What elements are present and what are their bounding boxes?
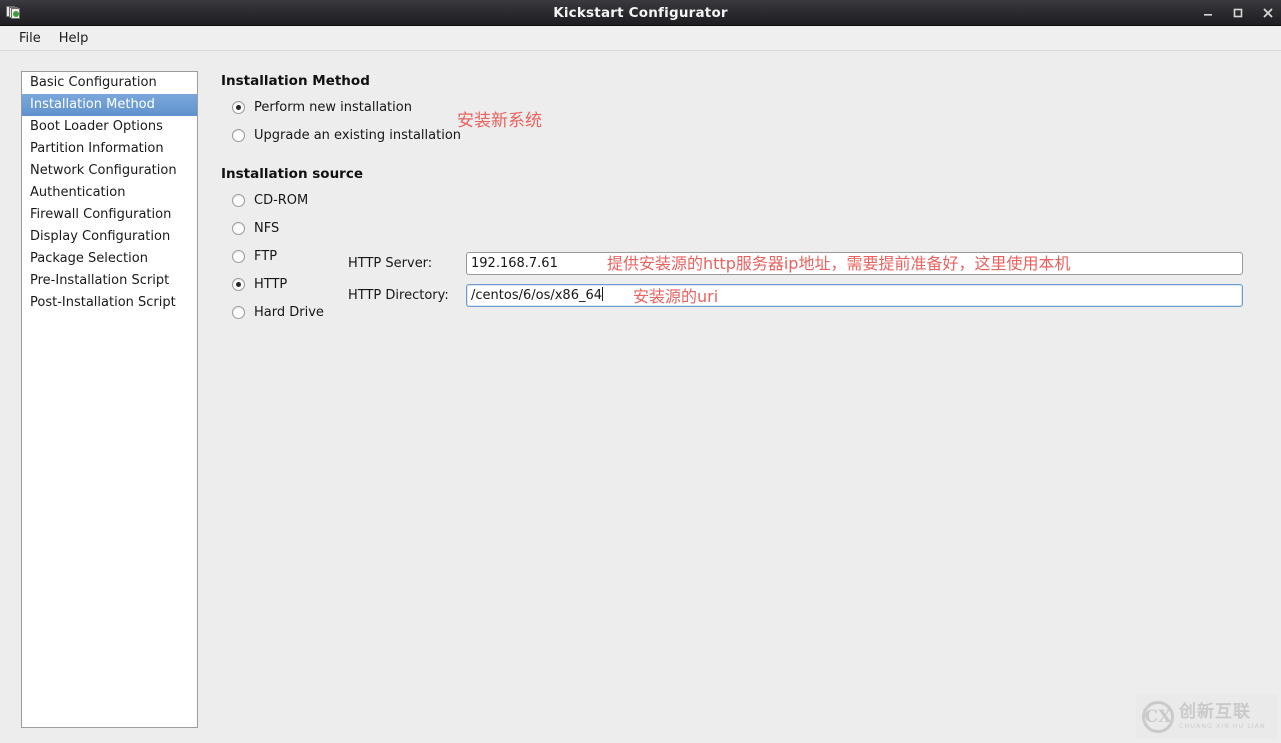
- radio-button-indicator[interactable]: [232, 128, 245, 142]
- radio-label: FTP: [254, 248, 278, 264]
- radio-perform-new-installation[interactable]: Perform new installation: [232, 98, 412, 116]
- watermark-cn-text: 创新互联: [1179, 701, 1251, 722]
- app-icon-container: [0, 0, 26, 26]
- http-server-value: 192.168.7.61: [471, 256, 558, 271]
- radio-label: HTTP: [254, 276, 288, 292]
- text-cursor: [602, 287, 604, 301]
- radio-button-indicator[interactable]: [232, 277, 245, 291]
- radio-source-hard-drive[interactable]: Hard Drive: [232, 303, 324, 321]
- sidebar-item-boot-loader-options[interactable]: Boot Loader Options: [22, 116, 197, 138]
- radio-source-http[interactable]: HTTP: [232, 275, 287, 293]
- watermark-logo-icon: CX: [1142, 700, 1174, 733]
- configuration-pane: Installation Method Perform new installa…: [221, 51, 1261, 743]
- http-server-input[interactable]: 192.168.7.61: [466, 252, 1243, 275]
- sidebar-item-authentication[interactable]: Authentication: [22, 182, 197, 204]
- minimize-icon[interactable]: [1201, 6, 1215, 20]
- radio-label: Upgrade an existing installation: [254, 127, 462, 143]
- radio-source-nfs[interactable]: NFS: [232, 219, 279, 237]
- sidebar-item-installation-method[interactable]: Installation Method: [22, 94, 197, 116]
- documents-icon: [5, 5, 21, 20]
- sidebar-item-post-installation-script[interactable]: Post-Installation Script: [22, 292, 197, 314]
- installation-method-heading: Installation Method: [221, 73, 370, 89]
- radio-label: Perform new installation: [254, 99, 412, 115]
- sidebar-list[interactable]: Basic Configuration Installation Method …: [21, 71, 198, 728]
- installation-source-heading: Installation source: [221, 166, 364, 182]
- sidebar-item-basic-configuration[interactable]: Basic Configuration: [22, 72, 197, 94]
- sidebar-item-partition-information[interactable]: Partition Information: [22, 138, 197, 160]
- radio-button-indicator[interactable]: [232, 249, 245, 263]
- radio-source-cdrom[interactable]: CD-ROM: [232, 191, 308, 209]
- menubar: File Help: [0, 26, 1281, 51]
- annotation-install-new-system: 安装新系统: [457, 111, 542, 131]
- radio-upgrade-existing-installation[interactable]: Upgrade an existing installation: [232, 126, 461, 144]
- menu-help[interactable]: Help: [50, 29, 98, 48]
- radio-label: NFS: [254, 220, 280, 236]
- radio-button-indicator[interactable]: [232, 193, 245, 207]
- radio-label: CD-ROM: [254, 192, 309, 208]
- maximize-icon[interactable]: [1231, 6, 1245, 20]
- watermark-text: 创新互联 CHUANG XIN HU LIAN: [1179, 701, 1266, 731]
- http-server-label: HTTP Server:: [348, 256, 433, 271]
- sidebar-item-pre-installation-script[interactable]: Pre-Installation Script: [22, 270, 197, 292]
- close-icon[interactable]: [1261, 6, 1275, 20]
- radio-button-indicator[interactable]: [232, 305, 245, 319]
- radio-button-indicator[interactable]: [232, 221, 245, 235]
- window-titlebar: Kickstart Configurator: [0, 0, 1281, 26]
- sidebar-item-display-configuration[interactable]: Display Configuration: [22, 226, 197, 248]
- http-directory-label: HTTP Directory:: [348, 288, 449, 303]
- http-directory-input[interactable]: /centos/6/os/x86_64: [466, 284, 1243, 307]
- menu-file[interactable]: File: [10, 29, 50, 48]
- watermark: CX 创新互联 CHUANG XIN HU LIAN: [1136, 694, 1277, 739]
- radio-button-indicator[interactable]: [232, 100, 245, 114]
- radio-source-ftp[interactable]: FTP: [232, 247, 277, 265]
- window-controls: [1201, 0, 1275, 26]
- sidebar-item-package-selection[interactable]: Package Selection: [22, 248, 197, 270]
- http-directory-value: /centos/6/os/x86_64: [471, 288, 603, 303]
- work-area: Basic Configuration Installation Method …: [0, 51, 1281, 743]
- sidebar-item-network-configuration[interactable]: Network Configuration: [22, 160, 197, 182]
- window-title: Kickstart Configurator: [553, 4, 728, 21]
- watermark-en-text: CHUANG XIN HU LIAN: [1179, 721, 1266, 730]
- radio-label: Hard Drive: [254, 304, 324, 320]
- sidebar-item-firewall-configuration[interactable]: Firewall Configuration: [22, 204, 197, 226]
